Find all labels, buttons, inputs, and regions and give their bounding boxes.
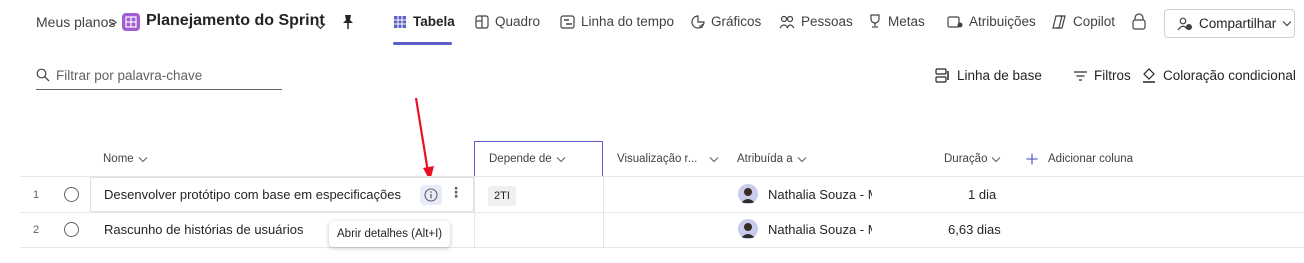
tab-metas[interactable]: Metas xyxy=(868,14,925,29)
breadcrumb-parent[interactable]: Meus planos xyxy=(36,14,115,30)
filters-button[interactable]: Filtros xyxy=(1073,68,1131,83)
goals-icon xyxy=(870,14,880,28)
filter-placeholder: Filtrar por palavra-chave xyxy=(56,68,203,83)
paint-bucket-icon xyxy=(1143,68,1155,83)
charts-icon xyxy=(691,14,705,29)
tab-linha-do-tempo[interactable]: Linha do tempo xyxy=(560,14,674,29)
tab-label: Pessoas xyxy=(801,14,853,29)
share-button[interactable]: Compartilhar xyxy=(1164,9,1295,38)
add-column-label: Adicionar coluna xyxy=(1048,153,1134,165)
column-header-label: Nome xyxy=(103,153,134,165)
tab-atribuicoes[interactable]: Atribuições xyxy=(947,14,1036,29)
column-divider xyxy=(474,177,475,247)
chevron-down-icon xyxy=(1282,21,1292,27)
tab-copilot[interactable]: Copilot xyxy=(1051,14,1115,29)
tab-label: Metas xyxy=(888,14,925,29)
timeline-icon xyxy=(560,14,575,29)
tab-label: Atribuições xyxy=(969,14,1036,29)
info-icon xyxy=(424,188,438,202)
active-tab-indicator xyxy=(393,42,452,45)
duration-value[interactable]: 1 dia xyxy=(968,187,996,202)
column-header-duration[interactable]: Duração xyxy=(944,153,1001,165)
row-divider xyxy=(20,247,1304,248)
plus-icon xyxy=(1026,153,1038,165)
avatar xyxy=(738,184,758,204)
chevron-down-icon xyxy=(138,156,148,162)
plan-title[interactable]: Planejamento do Sprint xyxy=(146,12,325,30)
open-details-button[interactable] xyxy=(420,185,442,205)
tab-quadro[interactable]: Quadro xyxy=(475,14,540,29)
row-number: 1 xyxy=(33,189,40,201)
keyword-filter-input[interactable]: Filtrar por palavra-chave xyxy=(36,68,282,90)
chevron-down-icon xyxy=(709,156,719,162)
pin-icon[interactable] xyxy=(341,14,355,35)
conditional-coloring-button[interactable]: Coloração condicional xyxy=(1141,68,1296,83)
assignee-name[interactable]: Nathalia Souza - M xyxy=(768,187,872,202)
task-name[interactable]: Desenvolver protótipo com base em especi… xyxy=(104,187,401,202)
baseline-button[interactable]: Linha de base xyxy=(935,68,1042,83)
row-divider xyxy=(20,212,1304,213)
complete-task-checkbox[interactable] xyxy=(64,222,79,237)
top-bar: Meus planos > Planejamento do Sprint Tab… xyxy=(0,0,1304,48)
open-details-tooltip: Abrir detalhes (Alt+I) xyxy=(329,221,451,247)
plan-icon xyxy=(122,13,140,31)
tab-label: Quadro xyxy=(495,14,541,29)
column-header-visualization[interactable]: Visualização r... xyxy=(617,153,719,165)
tab-label: Gráficos xyxy=(711,14,762,29)
task-name[interactable]: Rascunho de histórias de usuários xyxy=(104,222,303,237)
add-column-button[interactable]: Adicionar coluna xyxy=(1026,153,1133,165)
avatar xyxy=(738,219,758,239)
column-header-label: Duração xyxy=(944,153,988,165)
chevron-down-icon xyxy=(556,156,566,162)
filter-icon xyxy=(1074,70,1087,81)
duration-value[interactable]: 6,63 dias xyxy=(948,222,1001,237)
row-number: 2 xyxy=(33,224,40,236)
conditional-label: Coloração condicional xyxy=(1163,68,1296,83)
complete-task-checkbox[interactable] xyxy=(64,187,79,202)
copilot-icon xyxy=(1052,14,1066,29)
chevron-down-icon[interactable] xyxy=(315,17,326,35)
column-header-label: Visualização r... xyxy=(617,153,698,165)
search-icon xyxy=(36,68,50,82)
breadcrumb-separator: > xyxy=(109,14,118,30)
annotation-arrow xyxy=(414,97,434,181)
column-header-assigned[interactable]: Atribuída a xyxy=(737,153,807,165)
table-icon xyxy=(394,15,406,28)
chevron-down-icon xyxy=(992,156,1001,162)
column-divider xyxy=(603,177,604,247)
chevron-down-icon xyxy=(797,156,807,162)
tab-graficos[interactable]: Gráficos xyxy=(691,14,761,29)
tab-label: Tabela xyxy=(413,14,455,29)
dependency-chip[interactable]: 2TI xyxy=(488,186,516,206)
tab-label: Linha do tempo xyxy=(581,14,675,29)
column-header-label: Depende de xyxy=(489,153,552,165)
tab-pessoas[interactable]: Pessoas xyxy=(779,14,853,29)
share-people-icon xyxy=(1177,17,1192,30)
baseline-icon xyxy=(935,68,949,83)
tab-tabela[interactable]: Tabela xyxy=(393,14,455,29)
tab-label: Copilot xyxy=(1073,14,1116,29)
board-icon xyxy=(475,14,489,29)
people-icon xyxy=(779,15,795,28)
column-header-depends[interactable]: Depende de xyxy=(489,153,566,165)
column-header-name[interactable]: Nome xyxy=(103,153,148,165)
baseline-label: Linha de base xyxy=(957,68,1042,83)
more-options-icon[interactable]: ⋮ xyxy=(449,184,463,201)
assignee-name[interactable]: Nathalia Souza - M xyxy=(768,222,872,237)
column-header-label: Atribuída a xyxy=(737,153,793,165)
filters-label: Filtros xyxy=(1094,68,1131,83)
assignments-icon xyxy=(947,15,963,28)
premium-lock-icon[interactable] xyxy=(1131,13,1147,36)
share-label: Compartilhar xyxy=(1199,16,1277,31)
